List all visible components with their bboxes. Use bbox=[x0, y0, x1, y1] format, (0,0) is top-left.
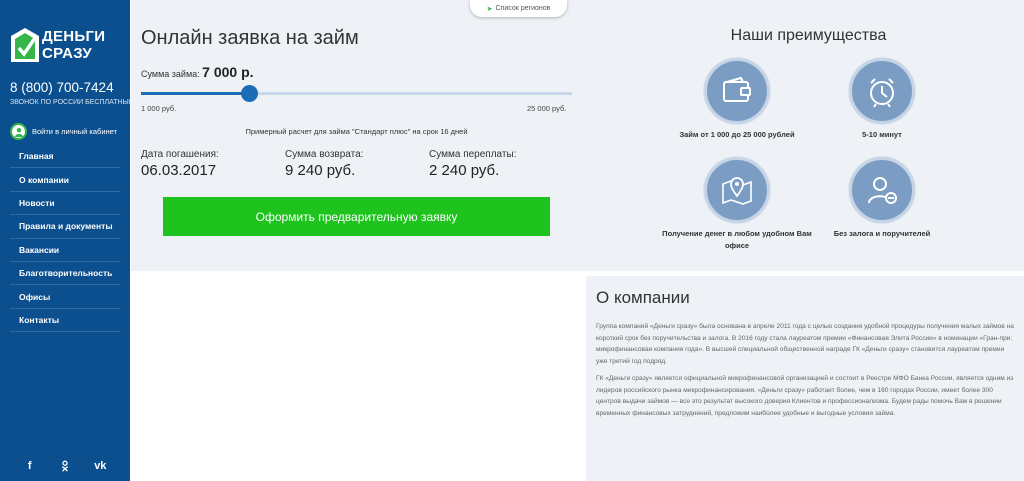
loan-sum-value: 7 000 р. bbox=[202, 64, 254, 80]
advantage-amount: Займ от 1 000 до 25 000 рублей bbox=[662, 58, 812, 141]
repayment-amount-value: 9 240 руб. bbox=[285, 162, 356, 179]
nav-item-vacancies[interactable]: Вакансии bbox=[10, 239, 120, 262]
repayment-amount: Сумма возврата: 9 240 руб. bbox=[285, 149, 363, 179]
logo-line-2: СРАЗУ bbox=[42, 45, 93, 62]
logo-text: ДЕНЬГИ СРАЗУ bbox=[42, 28, 105, 62]
phone-note: ЗВОНОК ПО РОССИИ БЕСПЛАТНЫЙ bbox=[10, 99, 134, 106]
slider-min-label: 1 000 руб. bbox=[141, 104, 177, 113]
advantages-title: Наши преимущества bbox=[730, 27, 887, 44]
advantage-office: Получение денег в любом удобном Вам офис… bbox=[662, 157, 812, 252]
advantage-time: 5-10 минут bbox=[807, 58, 957, 141]
map-pin-icon bbox=[704, 157, 770, 223]
about-paragraph-2: ГК «Деньги сразу» является официальной м… bbox=[596, 375, 1014, 417]
nav-item-rules[interactable]: Правила и документы bbox=[10, 215, 120, 239]
advantage-no-collateral-label: Без залога и поручителей bbox=[833, 229, 931, 238]
phone-number[interactable]: 8 (800) 700-7424 bbox=[10, 80, 114, 95]
location-arrow-icon: ➤ bbox=[486, 5, 493, 13]
logo[interactable]: ДЕНЬГИ СРАЗУ bbox=[9, 26, 124, 66]
odnoklassniki-icon[interactable] bbox=[55, 458, 75, 474]
nav-item-charity[interactable]: Благотворительность bbox=[10, 262, 120, 286]
overpayment-label: Сумма переплаты: bbox=[429, 149, 517, 160]
sidebar: ДЕНЬГИ СРАЗУ 8 (800) 700-7424 ЗВОНОК ПО … bbox=[0, 0, 134, 481]
login-cabinet-link[interactable]: Войти в личный кабинет bbox=[10, 123, 117, 140]
loan-sum: Сумма займа: 7 000 р. bbox=[141, 64, 254, 82]
loan-sum-label: Сумма займа: bbox=[141, 69, 203, 79]
about-paragraph-1: Группа компаний «Деньги сразу» была осно… bbox=[596, 323, 1014, 365]
login-cabinet-label: Войти в личный кабинет bbox=[32, 127, 118, 136]
slider-fill bbox=[141, 92, 249, 95]
repayment-date-label: Дата погашения: bbox=[141, 149, 219, 160]
slider-max-label: 25 000 руб. bbox=[527, 104, 567, 113]
nav-item-news[interactable]: Новости bbox=[10, 192, 120, 216]
overpayment-value: 2 240 руб. bbox=[429, 162, 500, 179]
nav-item-about[interactable]: О компании bbox=[10, 168, 120, 192]
regions-list-button[interactable]: ➤ Список регионов bbox=[470, 0, 567, 17]
logo-line-1: ДЕНЬГИ bbox=[42, 28, 106, 45]
nav-item-contacts[interactable]: Контакты bbox=[10, 309, 120, 333]
repayment-date: Дата погашения: 06.03.2017 bbox=[141, 149, 219, 179]
user-icon bbox=[10, 123, 27, 140]
advantage-time-label: 5-10 минут bbox=[862, 130, 902, 139]
calculation-note: Примерный расчет для займа "Стандарт плю… bbox=[245, 127, 468, 136]
calculator-title: Онлайн заявка на займ bbox=[141, 27, 359, 49]
facebook-icon[interactable]: f bbox=[20, 458, 40, 474]
advantage-no-collateral: Без залога и поручителей bbox=[807, 157, 957, 240]
advantage-office-label: Получение денег в любом удобном Вам офис… bbox=[662, 229, 812, 250]
advantage-amount-label: Займ от 1 000 до 25 000 рублей bbox=[679, 130, 795, 139]
loan-amount-slider[interactable] bbox=[141, 84, 572, 104]
alarm-clock-icon bbox=[849, 58, 915, 124]
vk-icon[interactable]: vk bbox=[90, 458, 110, 474]
slider-handle[interactable] bbox=[241, 85, 258, 102]
user-minus-icon bbox=[849, 157, 915, 223]
main-nav: Главная О компании Новости Правила и док… bbox=[10, 145, 120, 333]
repayment-amount-label: Сумма возврата: bbox=[285, 149, 364, 160]
nav-item-offices[interactable]: Офисы bbox=[10, 285, 120, 309]
logo-icon bbox=[11, 28, 39, 62]
nav-item-home[interactable]: Главная bbox=[10, 145, 120, 169]
regions-list-label: Список регионов bbox=[495, 5, 551, 12]
repayment-date-value: 06.03.2017 bbox=[141, 162, 217, 179]
wallet-icon bbox=[704, 58, 770, 124]
overpayment: Сумма переплаты: 2 240 руб. bbox=[429, 149, 516, 179]
social-links: f vk bbox=[0, 458, 130, 474]
apply-button[interactable]: Оформить предварительную заявку bbox=[163, 197, 550, 236]
about-title: О компании bbox=[596, 288, 690, 307]
